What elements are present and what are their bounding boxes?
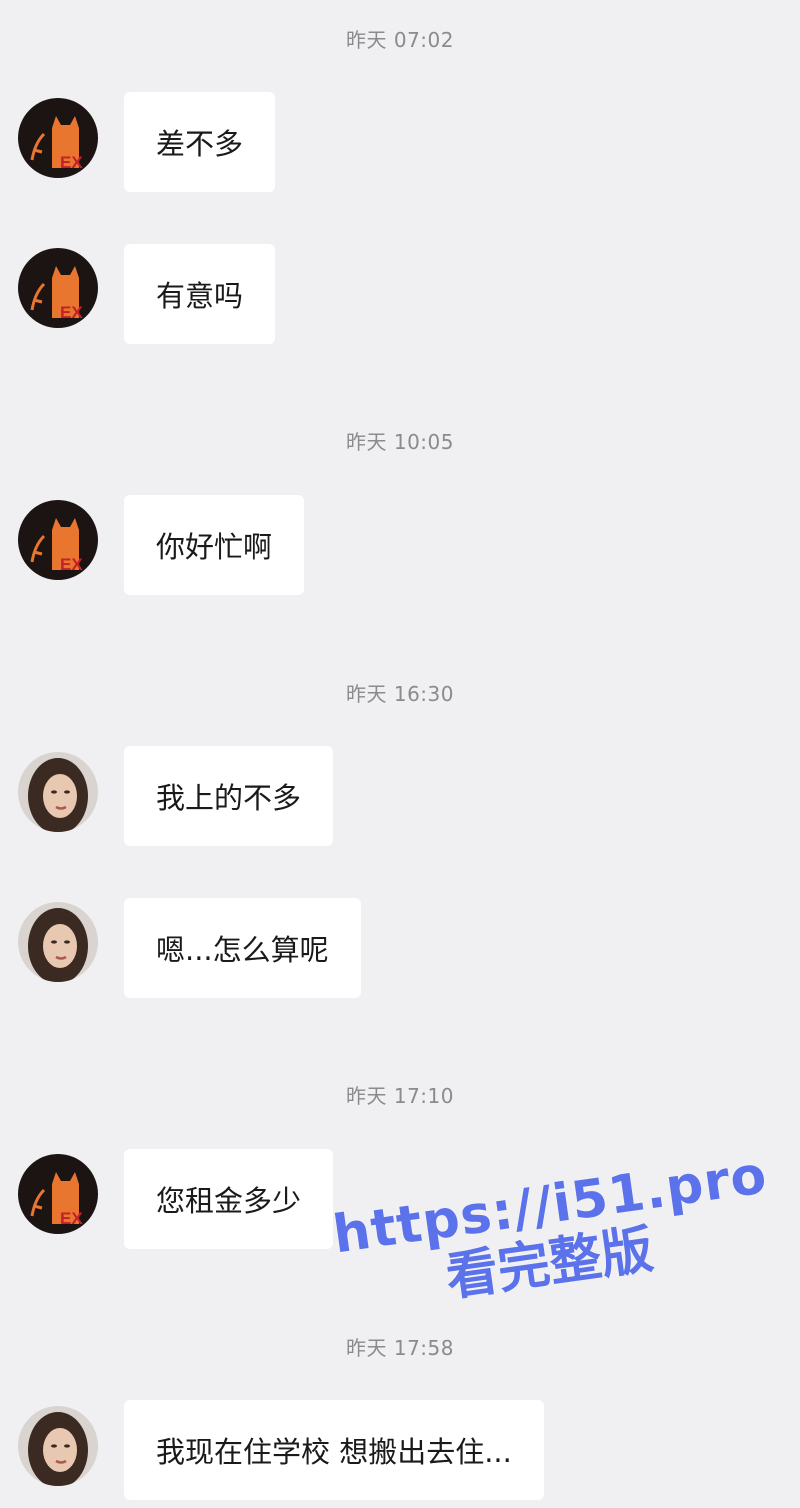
- user-avatar[interactable]: [18, 1406, 98, 1486]
- svg-text:EX: EX: [60, 1209, 83, 1228]
- cat-ex-avatar-icon: EX: [18, 248, 98, 328]
- girl-photo-avatar-icon: [18, 902, 98, 982]
- message-bubble[interactable]: 你好忙啊: [124, 495, 305, 595]
- cat-ex-avatar-icon: EX: [18, 98, 98, 178]
- contact-avatar[interactable]: EX: [18, 500, 98, 580]
- user-avatar[interactable]: [18, 902, 98, 982]
- contact-avatar[interactable]: EX: [18, 1154, 98, 1234]
- timestamp: 昨天 07:02: [346, 28, 454, 52]
- timestamp: 昨天 10:05: [346, 430, 454, 454]
- contact-avatar[interactable]: EX: [18, 98, 98, 178]
- cat-ex-avatar-icon: EX: [18, 500, 98, 580]
- cat-ex-avatar-icon: EX: [18, 1154, 98, 1234]
- message-bubble[interactable]: 您租金多少: [124, 1149, 334, 1249]
- svg-text:EX: EX: [60, 555, 83, 574]
- girl-photo-avatar-icon: [18, 1406, 98, 1486]
- contact-avatar[interactable]: EX: [18, 248, 98, 328]
- message-bubble[interactable]: 嗯...怎么算呢: [124, 898, 361, 998]
- watermark: https://i51.pro 看完整版: [329, 1145, 770, 1319]
- timestamp: 昨天 17:58: [346, 1336, 454, 1360]
- message-bubble[interactable]: 差不多: [124, 92, 276, 192]
- message-bubble[interactable]: 我现在住学校 想搬出去住...: [124, 1400, 544, 1500]
- timestamp: 昨天 16:30: [346, 682, 454, 706]
- svg-text:EX: EX: [60, 303, 83, 322]
- timestamp: 昨天 17:10: [346, 1084, 454, 1108]
- girl-photo-avatar-icon: [18, 752, 98, 832]
- message-bubble[interactable]: 有意吗: [124, 244, 276, 344]
- svg-text:EX: EX: [60, 153, 83, 172]
- user-avatar[interactable]: [18, 752, 98, 832]
- message-bubble[interactable]: 我上的不多: [124, 746, 334, 846]
